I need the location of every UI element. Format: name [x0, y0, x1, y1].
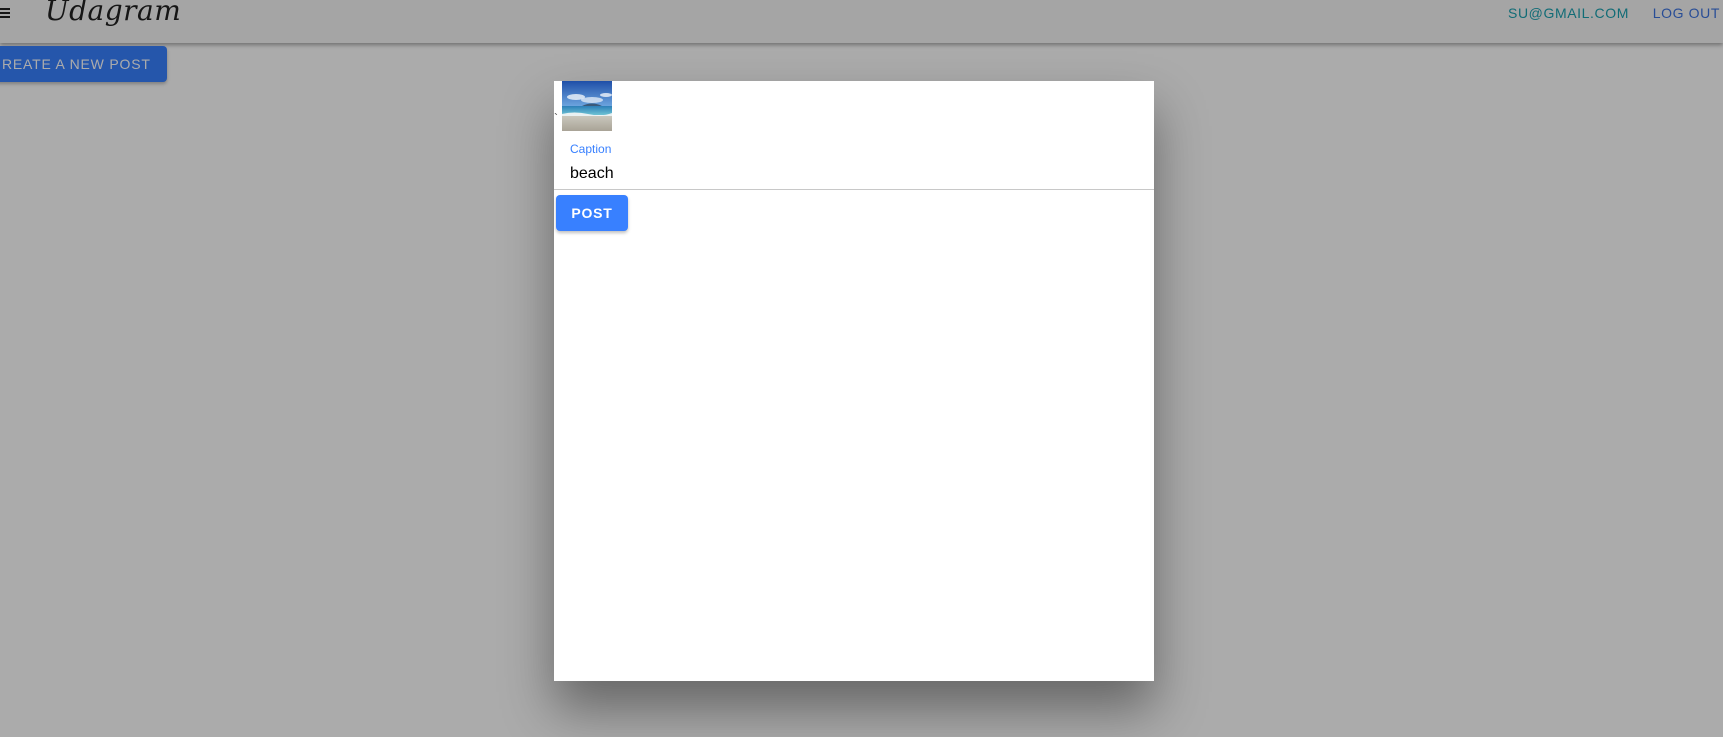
caption-input[interactable]	[554, 159, 1154, 190]
caption-label: Caption	[570, 142, 612, 156]
beach-image-preview	[562, 81, 612, 131]
back-icon[interactable]: `	[554, 111, 558, 125]
post-button[interactable]: POST	[556, 195, 628, 231]
app-page: Udagram SU@GMAIL.COM LOG OUT REATE A NEW…	[0, 0, 1723, 737]
new-post-modal: ` Caption beach POST	[554, 81, 1154, 681]
